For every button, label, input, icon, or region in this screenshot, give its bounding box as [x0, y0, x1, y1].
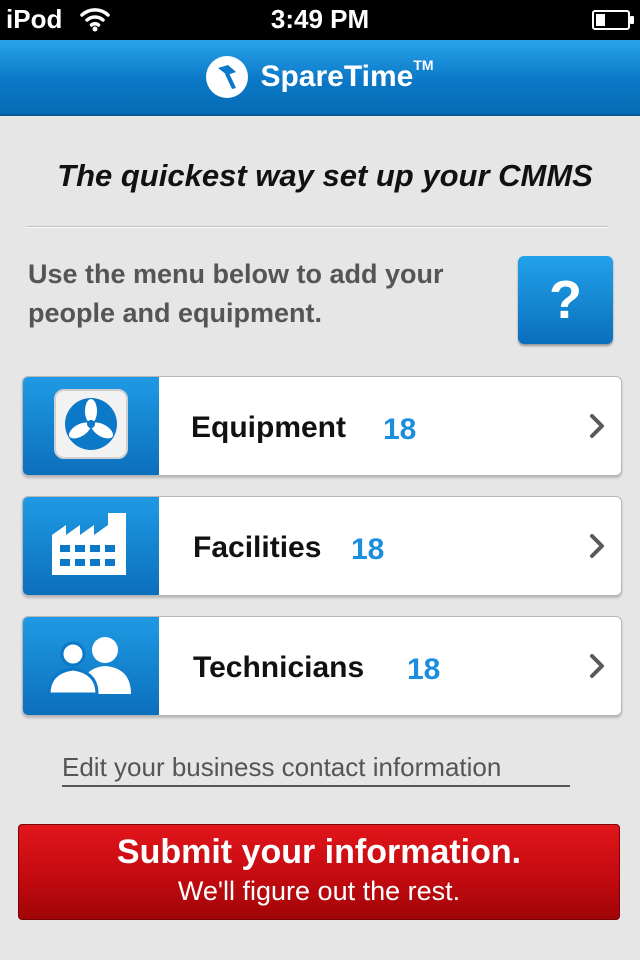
clock: 3:49 PM — [270, 4, 370, 34]
menu-item-facilities[interactable]: Facilities 18 — [22, 496, 622, 596]
brand-trademark: TM — [413, 57, 434, 73]
people-icon — [43, 632, 139, 701]
menu-item-label: Technicians — [193, 651, 365, 684]
menu-item-count: 18 — [407, 653, 441, 686]
menu-item-count: 18 — [383, 413, 417, 446]
menu-item-technicians[interactable]: Technicians 18 — [22, 616, 622, 716]
nav-bar: SpareTime TM — [0, 40, 640, 116]
submit-button[interactable]: Submit your information. We'll figure ou… — [18, 824, 620, 920]
menu-item-equipment[interactable]: Equipment 18 — [22, 376, 622, 476]
menu-item-count: 18 — [351, 533, 385, 566]
brand-name: SpareTime — [260, 60, 414, 93]
fan-icon — [53, 388, 129, 465]
chevron-right-icon — [589, 533, 605, 564]
intro-text: Use the menu below to add your people an… — [28, 259, 444, 328]
factory-icon — [50, 511, 132, 582]
facilities-icon-block — [23, 497, 159, 595]
page-headline: The quickest way set up your CMMS — [57, 158, 593, 193]
chevron-right-icon — [589, 413, 605, 444]
submit-subtitle: We'll figure out the rest. — [177, 876, 461, 906]
status-bar: iPod 3:49 PM — [0, 0, 640, 40]
divider — [26, 226, 608, 228]
menu-item-label: Equipment — [191, 411, 346, 444]
help-button[interactable]: ? — [518, 256, 613, 344]
menu-item-label: Facilities — [193, 531, 322, 564]
brand: SpareTime TM — [0, 56, 640, 98]
submit-title: Submit your information. — [116, 833, 522, 871]
technicians-icon-block — [23, 617, 159, 715]
edit-contact-link[interactable]: Edit your business contact information — [62, 752, 570, 787]
chevron-right-icon — [589, 653, 605, 684]
sparetime-logo-icon — [206, 56, 249, 98]
battery-icon — [592, 10, 634, 30]
equipment-icon-block — [23, 377, 159, 475]
